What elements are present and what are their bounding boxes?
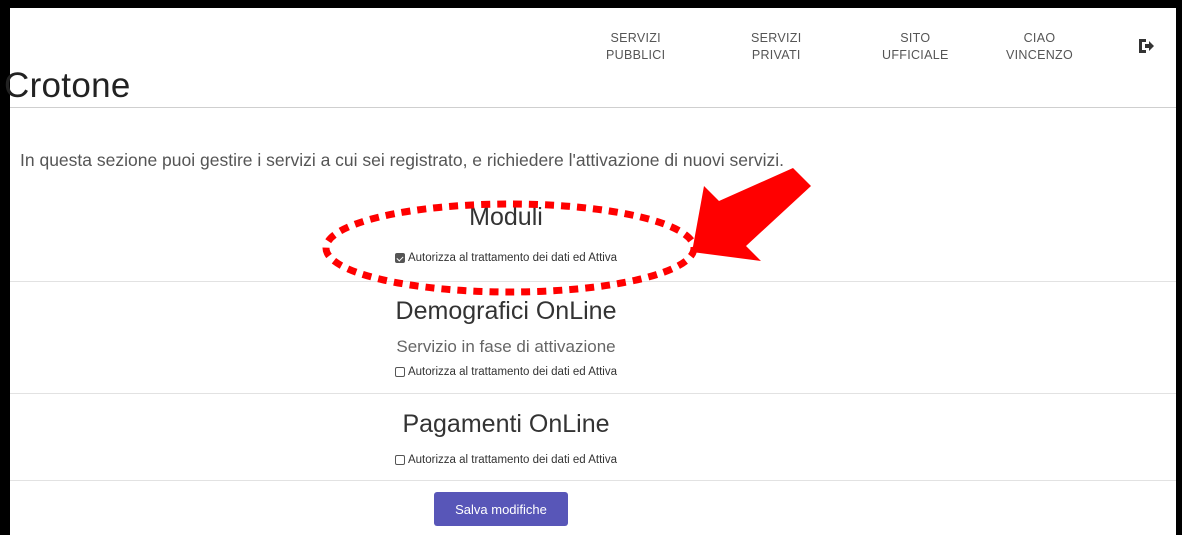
nav-servizi-pubblici[interactable]: SERVIZI PUBBLICI xyxy=(606,30,665,64)
nav-label-line2: PRIVATI xyxy=(751,48,801,62)
nav-label-line1: CIAO xyxy=(1023,31,1056,45)
consent-label: Autorizza al trattamento dei dati ed Att… xyxy=(407,366,618,378)
service-title-demografici: Demografici OnLine xyxy=(395,297,617,325)
logout-icon[interactable] xyxy=(1136,36,1156,56)
consent-label: Autorizza al trattamento dei dati ed Att… xyxy=(407,454,618,466)
nav-sito-ufficiale[interactable]: SITO UFFICIALE xyxy=(882,30,949,64)
nav-label-line2: PUBBLICI xyxy=(606,48,666,62)
frame-border-right xyxy=(1176,0,1182,535)
service-title-moduli: Moduli xyxy=(469,203,543,231)
site-title: Crotone xyxy=(4,66,131,105)
consent-pagamenti: Autorizza al trattamento dei dati ed Att… xyxy=(0,454,1012,468)
section-divider xyxy=(10,480,1176,481)
section-divider xyxy=(10,393,1176,394)
nav-label-line1: SERVIZI xyxy=(610,31,661,45)
consent-checkbox-moduli[interactable]: Autorizza al trattamento dei dati ed Att… xyxy=(394,252,618,264)
checkbox-checked[interactable] xyxy=(394,253,405,263)
nav-label-line1: SERVIZI xyxy=(751,31,802,45)
consent-checkbox-pagamenti[interactable]: Autorizza al trattamento dei dati ed Att… xyxy=(394,454,618,466)
section-divider xyxy=(10,281,1176,282)
nav-user-greeting[interactable]: CIAO VINCENZO xyxy=(1006,30,1073,64)
consent-checkbox-demografici[interactable]: Autorizza al trattamento dei dati ed Att… xyxy=(394,366,618,378)
frame-border-top xyxy=(0,0,1182,8)
checkbox-unchecked[interactable] xyxy=(394,455,405,465)
nav-label-line1: SITO xyxy=(900,31,931,45)
checkbox-unchecked[interactable] xyxy=(394,367,405,377)
consent-label: Autorizza al trattamento dei dati ed Att… xyxy=(407,252,618,264)
service-title-pagamenti: Pagamenti OnLine xyxy=(402,410,610,438)
save-changes-button[interactable]: Salva modifiche xyxy=(434,492,568,526)
header-divider xyxy=(10,107,1176,108)
intro-text: In questa sezione puoi gestire i servizi… xyxy=(20,150,784,170)
nav-label-line2: UFFICIALE xyxy=(882,48,949,62)
nav-label-line2: VINCENZO xyxy=(1006,48,1073,62)
nav-servizi-privati[interactable]: SERVIZI PRIVATI xyxy=(751,30,802,64)
service-status-demografici: Servizio in fase di attivazione xyxy=(396,337,616,356)
consent-demografici: Autorizza al trattamento dei dati ed Att… xyxy=(0,366,1012,380)
consent-moduli: Autorizza al trattamento dei dati ed Att… xyxy=(0,252,1012,266)
